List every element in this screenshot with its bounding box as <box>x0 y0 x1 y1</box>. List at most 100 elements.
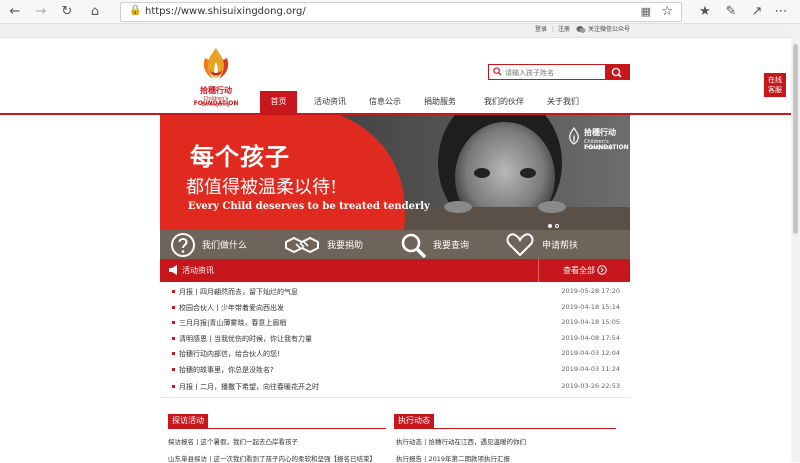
address-bar[interactable]: 🔒 https://www.shisuixingdong.org/ ▦ ☆ <box>120 2 682 22</box>
banner-dot[interactable] <box>555 224 559 228</box>
page-scrollbar[interactable] <box>791 24 800 462</box>
wechat-follow-link[interactable]: 关注微信公众号 <box>588 26 630 34</box>
progress-section-title[interactable]: 执行动态 <box>394 414 434 428</box>
bullet <box>172 336 175 340</box>
url-text[interactable]: https://www.shisuixingdong.org/ <box>145 6 306 17</box>
logo-en-big: FOUNDATION <box>193 100 239 107</box>
quick-actions-bar: 我们做什么 我要捐助 我要查询 申请帮扶 <box>160 230 630 259</box>
news-item[interactable]: 拾穗行动内部信，给合伙人的您! 2019-04-03 12:04 <box>170 346 624 362</box>
news-item-title[interactable]: 清明感恩丨当我忧伤的时候，你让我有力量 <box>179 334 312 344</box>
banner-logo: 拾穗行动 Children's Emergency FOUNDATION <box>566 125 629 153</box>
child-search-box <box>488 64 630 80</box>
banner-headline: 每个孩子 <box>190 142 290 171</box>
news-item[interactable]: 月报丨四月翩然而去，留下灿烂的气息 2019-05-28 17:20 <box>170 284 624 300</box>
logo-cn-text: 拾穗行动 <box>200 86 232 95</box>
bullet <box>172 385 175 388</box>
banner-flame-icon <box>569 127 579 145</box>
news-item-date: 2019-05-28 17:20 <box>561 287 620 295</box>
question-circle-icon <box>171 233 195 257</box>
reading-view-icon[interactable]: ▦ <box>641 5 651 18</box>
more-icon[interactable]: ⋯ <box>772 3 790 21</box>
news-item-date: 2019-04-18 15:05 <box>561 318 620 326</box>
pen-icon[interactable]: ✎ <box>722 3 740 21</box>
progress-section-header: 执行动态 <box>394 414 616 429</box>
search-icon <box>493 67 502 76</box>
quick-what-we-do[interactable]: 我们做什么 <box>170 230 270 259</box>
banner-subheadline: 都值得被温柔以待! <box>186 177 338 198</box>
hero-banner[interactable]: 每个孩子 都值得被温柔以待! Every Child deserves to b… <box>160 115 630 230</box>
arrow-circle-icon[interactable] <box>597 265 607 275</box>
refresh-icon[interactable]: ↻ <box>58 3 76 21</box>
news-item[interactable]: 三月月报|青山薄雾晓，春意上眉梢 2019-04-18 15:05 <box>170 315 624 331</box>
quick-apply-help-label: 申请帮扶 <box>542 241 579 251</box>
news-item-date: 2019-03-26 22:53 <box>561 382 620 390</box>
favorite-star-icon[interactable]: ☆ <box>661 4 673 19</box>
visit-section-title[interactable]: 探访活动 <box>168 414 208 428</box>
news-more-link[interactable]: 查看全部 <box>563 265 595 276</box>
bullet <box>172 352 175 355</box>
banner-english: Every Child deserves to be treated tende… <box>188 201 430 212</box>
favorites-icon[interactable]: ★ <box>696 3 714 21</box>
quick-query-label: 我要查询 <box>433 241 470 251</box>
news-item[interactable]: 清明感恩丨当我忧伤的时候，你让我有力量 2019-04-08 17:54 <box>170 331 624 347</box>
news-item[interactable]: 校园合伙人丨少年带着爱向西出发 2019-04-18 15:14 <box>170 300 624 316</box>
bullet <box>172 367 175 371</box>
quick-donate[interactable]: 我要捐助 <box>284 230 384 259</box>
handshake-icon <box>285 236 319 254</box>
site-logo[interactable]: 拾穗行动 Children's Emergency FOUNDATION <box>190 44 242 108</box>
news-header-divider <box>538 259 539 282</box>
service-line-1: 在线 <box>768 76 782 84</box>
magnifier-icon <box>401 233 427 258</box>
news-item-title[interactable]: 三月月报|青山薄雾晓，春意上眉梢 <box>179 318 286 328</box>
news-bottom-border <box>160 397 630 398</box>
news-item-title[interactable]: 拾穗行动内部信，给合伙人的您! <box>179 349 280 359</box>
share-icon[interactable]: ↗ <box>748 3 766 21</box>
browser-toolbar: ← → ↻ ⌂ 🔒 https://www.shisuixingdong.org… <box>0 0 800 24</box>
quick-donate-label: 我要捐助 <box>327 241 364 251</box>
top-utility-bar: 登录 | 注册 关注微信公众号 <box>0 24 800 38</box>
bullet <box>172 290 175 293</box>
banner-pagination <box>548 213 562 230</box>
bullet <box>172 321 175 324</box>
service-line-2: 客服 <box>768 86 782 94</box>
quick-query[interactable]: 我要查询 <box>400 230 500 259</box>
progress-item[interactable]: 执行动态丨拾穗行动在江西，遇见温暖的你们 <box>396 436 526 446</box>
login-link[interactable]: 登录 <box>535 26 547 34</box>
search-button[interactable] <box>605 65 629 80</box>
forward-icon[interactable]: → <box>32 3 50 21</box>
news-item[interactable]: 月报丨二月，播撒下希望，向往春暖花开之时 2019-03-26 22:53 <box>170 379 624 395</box>
lock-icon: 🔒 <box>129 5 142 16</box>
visit-item[interactable]: 探访报名丨这个暑假，我们一起去凸岸看孩子 <box>168 436 298 446</box>
banner-logo-en-big: FOUNDATION <box>584 144 629 151</box>
visit-section-header: 探访活动 <box>168 414 386 429</box>
back-icon[interactable]: ← <box>6 3 24 21</box>
nav-news[interactable]: 活动资讯 <box>305 91 355 113</box>
nav-partners[interactable]: 我们的伙伴 <box>475 91 533 113</box>
news-item-date: 2019-04-18 15:14 <box>561 302 620 311</box>
register-link[interactable]: 注册 <box>558 26 570 34</box>
news-header: 活动资讯 查看全部 <box>160 259 630 282</box>
news-item-date: 2019-04-03 11:24 <box>561 364 620 373</box>
online-service-button[interactable]: 在线 客服 <box>764 73 786 97</box>
news-item-title[interactable]: 月报丨四月翩然而去，留下灿烂的气息 <box>179 287 298 297</box>
nav-disclosure[interactable]: 信息公示 <box>360 91 410 113</box>
news-item-title[interactable]: 拾穗的故事里，你总是没姓名? <box>179 365 274 375</box>
quick-apply-help[interactable]: 申请帮扶 <box>506 230 616 259</box>
news-item-date: 2019-04-08 17:54 <box>561 333 620 342</box>
quick-what-we-do-label: 我们做什么 <box>202 241 248 251</box>
megaphone-icon <box>169 265 177 275</box>
news-item-title[interactable]: 月报丨二月，播撒下希望，向往春暖花开之时 <box>179 382 319 392</box>
news-item-date: 2019-04-03 12:04 <box>561 349 620 357</box>
search-input[interactable] <box>505 67 605 78</box>
nav-home[interactable]: 首页 <box>260 91 297 113</box>
banner-dot-active[interactable] <box>548 224 552 228</box>
scrollbar-thumb[interactable] <box>793 44 798 234</box>
nav-donation-service[interactable]: 捐助服务 <box>415 91 465 113</box>
heart-icon <box>506 233 534 257</box>
news-item[interactable]: 拾穗的故事里，你总是没姓名? 2019-04-03 11:24 <box>170 362 624 378</box>
news-item-title[interactable]: 校园合伙人丨少年带着爱向西出发 <box>179 303 284 313</box>
home-icon[interactable]: ⌂ <box>86 3 104 21</box>
nav-about[interactable]: 关于我们 <box>538 91 588 113</box>
news-list: 月报丨四月翩然而去，留下灿烂的气息 2019-05-28 17:20 校园合伙人… <box>170 284 624 395</box>
search-button-icon <box>611 67 622 78</box>
